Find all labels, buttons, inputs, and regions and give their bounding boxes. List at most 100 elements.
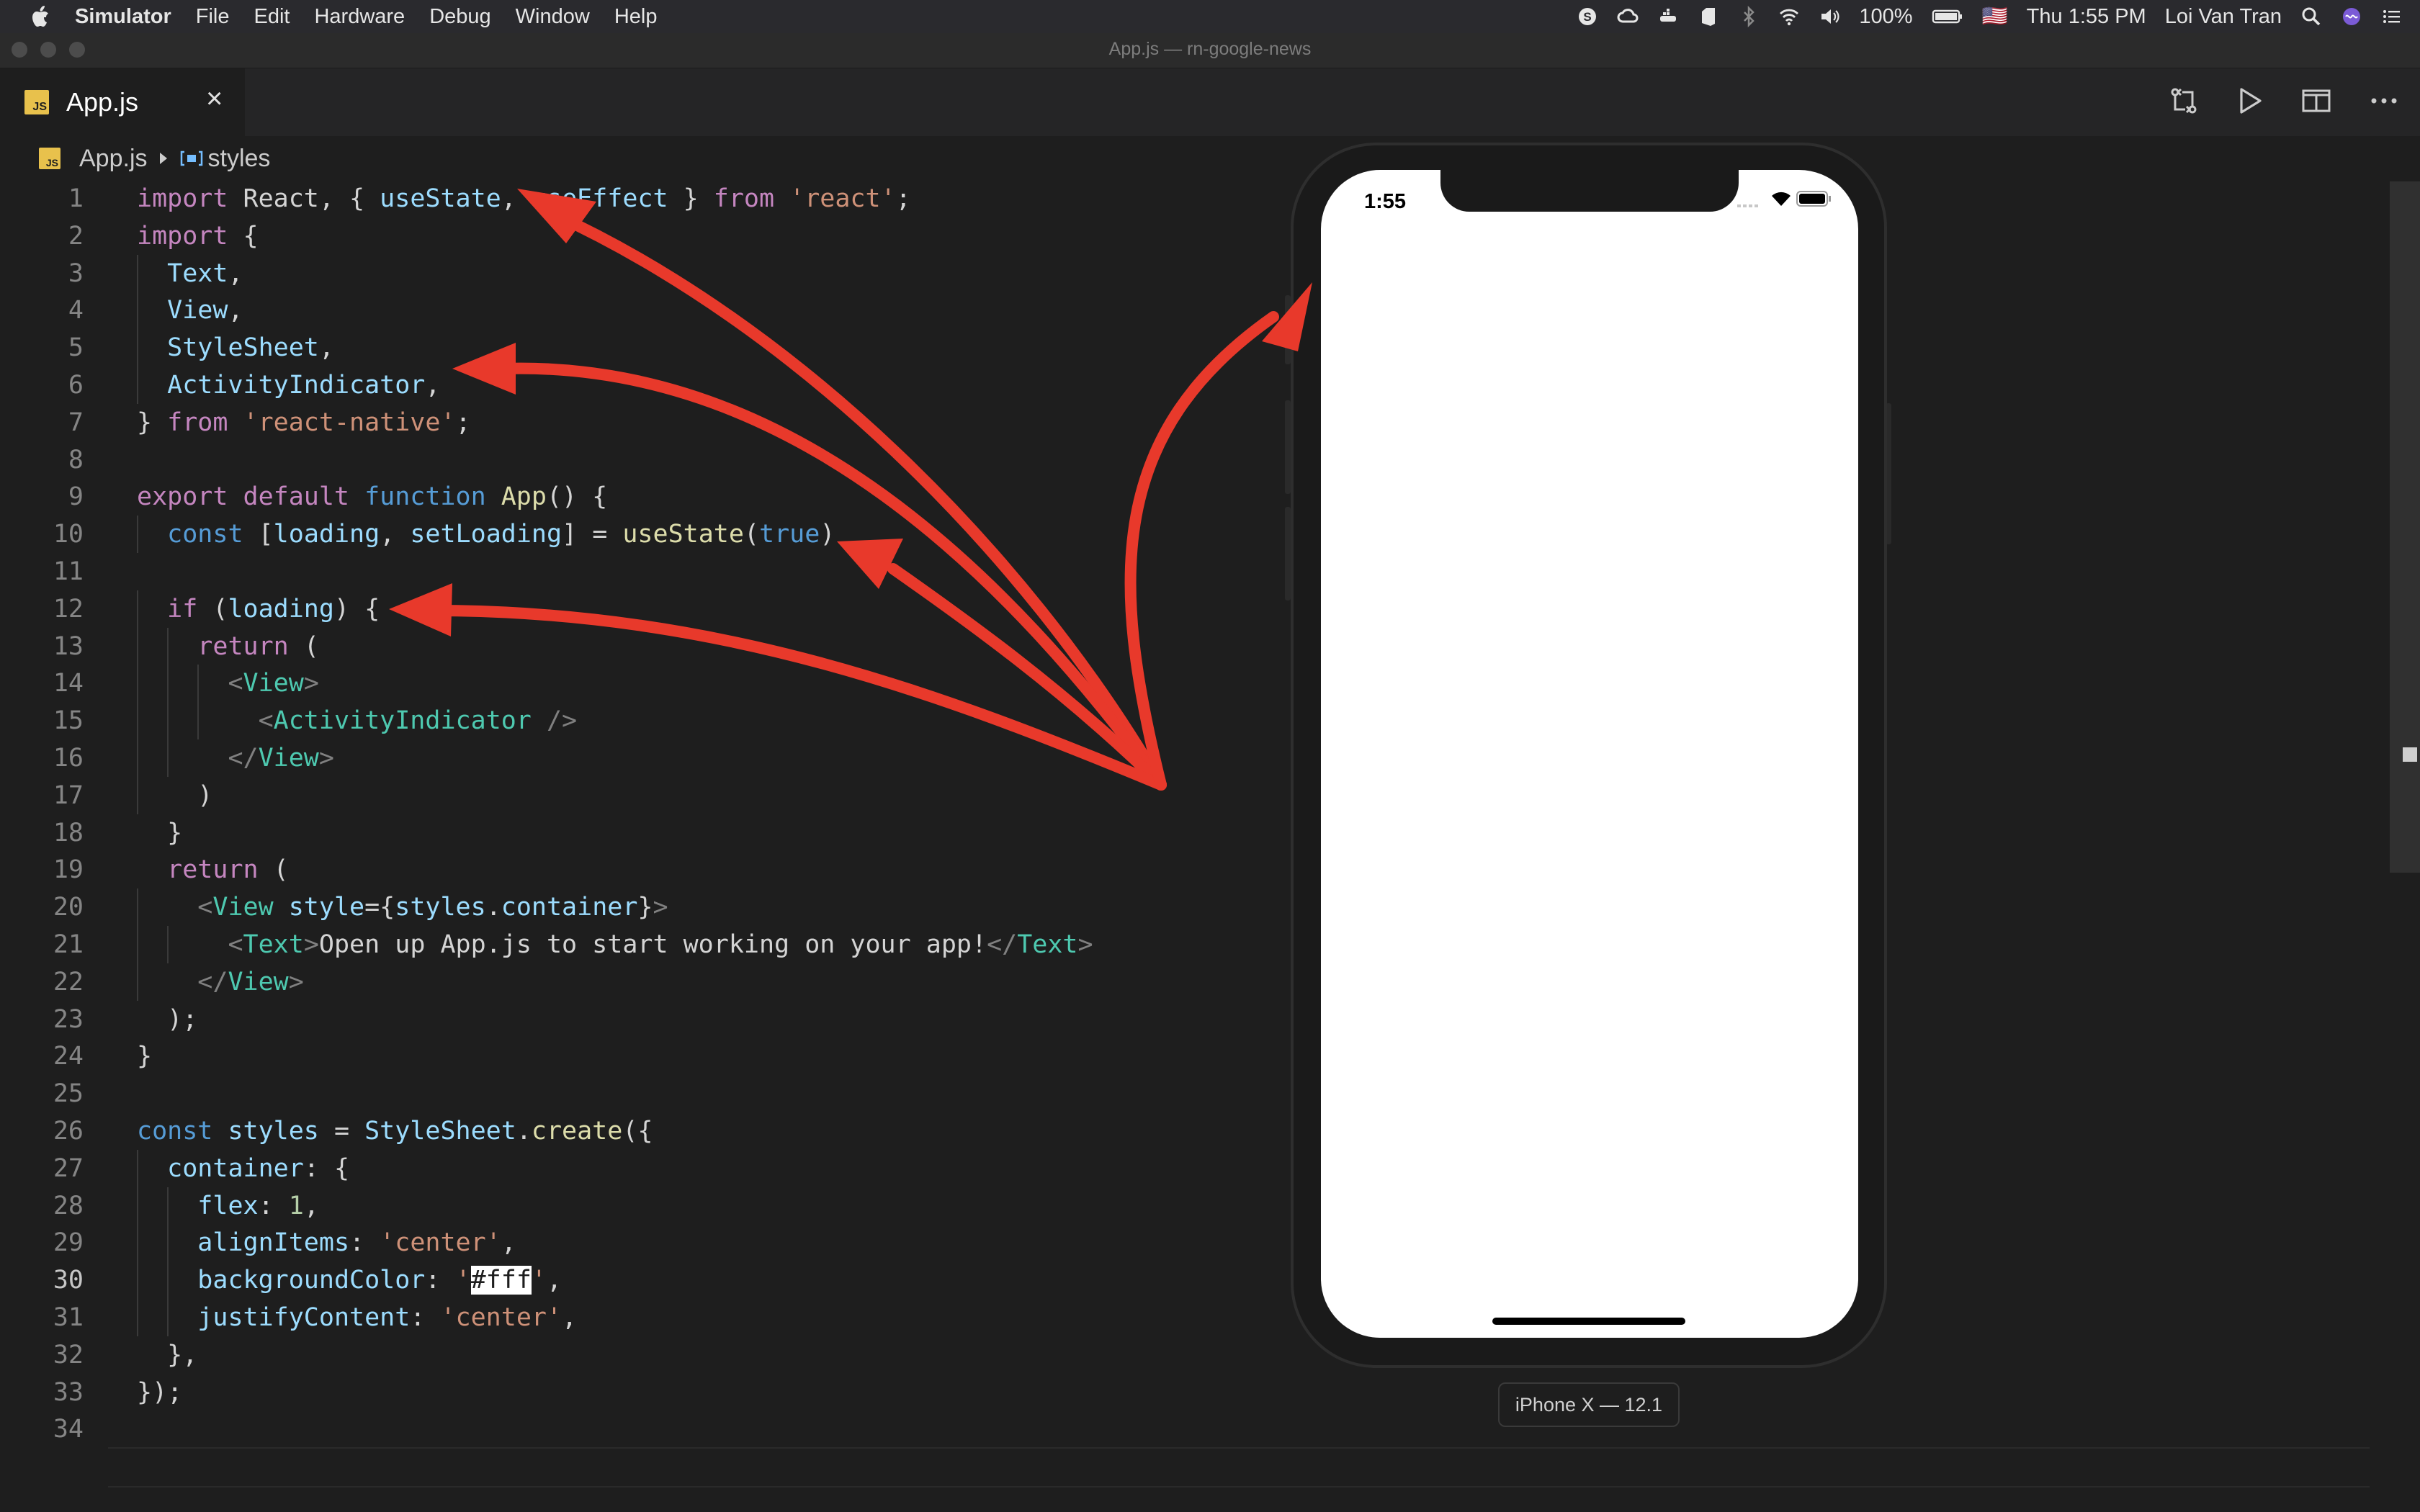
bluetooth-icon[interactable]	[1738, 6, 1760, 27]
source-control-compare-icon[interactable]	[2166, 84, 2201, 118]
code-line[interactable]: 28 flex: 1,	[0, 1187, 2377, 1225]
more-actions-icon[interactable]	[2367, 84, 2401, 118]
code-line[interactable]: 24}	[0, 1038, 2377, 1075]
menubar-user[interactable]: Loi Van Tran	[2165, 5, 2282, 29]
menu-debug[interactable]: Debug	[429, 5, 490, 29]
code-line[interactable]: 5 StyleSheet,	[0, 329, 2377, 366]
indent-guide	[167, 1187, 169, 1336]
line-number: 32	[53, 1340, 84, 1369]
code-line[interactable]: 1 import React, { useState, useEffect } f…	[0, 180, 2377, 217]
javascript-file-icon: JS	[24, 90, 49, 114]
code-line[interactable]: 33});	[0, 1374, 2377, 1411]
code-line[interactable]: 11	[0, 553, 2377, 590]
line-number: 14	[53, 669, 84, 698]
code-line[interactable]: 14 <View>	[0, 665, 2377, 702]
menu-file[interactable]: File	[196, 5, 230, 29]
code-line[interactable]: 26 const styles = StyleSheet.create({	[0, 1112, 2377, 1150]
code-text: View,	[167, 296, 243, 325]
code-line[interactable]: 23 );	[0, 1001, 2377, 1038]
phone-silent-switch	[1285, 295, 1291, 364]
phone-battery-icon	[1796, 191, 1831, 207]
phone-volume-up-button[interactable]	[1285, 400, 1291, 494]
code-line[interactable]: 22 </View>	[0, 963, 2377, 1001]
apple-icon[interactable]	[29, 4, 50, 29]
tab-app-js[interactable]: JS App.js ×	[0, 68, 245, 136]
volume-icon[interactable]	[1819, 6, 1840, 27]
line-number: 23	[53, 1004, 84, 1034]
run-play-icon[interactable]	[2233, 84, 2267, 118]
tab-label: App.js	[66, 87, 139, 117]
menu-bar: Simulator File Edit Hardware Debug Windo…	[0, 0, 2420, 33]
code-line[interactable]: 2 import {	[0, 217, 2377, 255]
line-number: 15	[53, 706, 84, 736]
code-editor[interactable]: 1 import React, { useState, useEffect } f…	[0, 180, 2420, 1512]
menubar-clock[interactable]: Thu 1:55 PM	[2027, 5, 2146, 29]
line-number: 16	[53, 744, 84, 773]
code-line[interactable]: 34	[0, 1410, 2377, 1448]
home-indicator[interactable]	[1492, 1318, 1685, 1325]
skype-icon[interactable]: S	[1577, 6, 1598, 27]
code-line[interactable]: 10 const [loading, setLoading] = useStat…	[0, 516, 2377, 553]
code-line[interactable]: 29 alignItems: 'center',	[0, 1224, 2377, 1261]
code-text: <View>	[228, 669, 319, 698]
code-line[interactable]: 12 if (loading) {	[0, 590, 2377, 628]
split-editor-icon[interactable]	[2299, 84, 2334, 118]
code-text: return (	[197, 631, 319, 661]
code-line[interactable]: 16 </View>	[0, 739, 2377, 777]
line-number: 30	[53, 1266, 84, 1295]
code-line[interactable]: 20 <View style={styles.container}>	[0, 888, 2377, 926]
indent-guide	[167, 926, 169, 963]
code-line[interactable]: 27 container: {	[0, 1150, 2377, 1187]
line-number: 1	[68, 184, 84, 213]
code-line[interactable]: 13 return (	[0, 628, 2377, 665]
creative-cloud-icon[interactable]	[1617, 6, 1639, 27]
code-text: if (loading) {	[167, 594, 380, 624]
code-line[interactable]: 8	[0, 441, 2377, 479]
code-line[interactable]: 19 return (	[0, 851, 2377, 888]
line-number: 3	[68, 258, 84, 288]
line-number: 7	[68, 408, 84, 437]
spotlight-search-icon[interactable]	[2300, 6, 2322, 27]
indent-guide	[167, 627, 169, 777]
editor-scrollbar[interactable]	[2390, 181, 2420, 873]
input-source-flag[interactable]: 🇺🇸	[1982, 4, 2008, 29]
code-line[interactable]: 4 View,	[0, 292, 2377, 329]
wifi-icon[interactable]	[1778, 6, 1800, 27]
evernote-icon[interactable]	[1698, 6, 1719, 27]
status-bar-time: 1:55	[1364, 190, 1407, 213]
code-line[interactable]: 18 }	[0, 814, 2377, 852]
code-line[interactable]: 6 ActivityIndicator,	[0, 366, 2377, 404]
line-number: 19	[53, 855, 84, 885]
simulator-screen[interactable]: 1:55	[1321, 170, 1858, 1338]
code-line[interactable]: 9 export default function App() {	[0, 478, 2377, 516]
line-number: 17	[53, 780, 84, 810]
menu-hardware[interactable]: Hardware	[314, 5, 405, 29]
code-text: justifyContent: 'center',	[197, 1303, 578, 1332]
breadcrumb-symbol[interactable]: styles	[208, 145, 271, 173]
code-line[interactable]: 25	[0, 1075, 2377, 1112]
code-line[interactable]: 7 } from 'react-native';	[0, 404, 2377, 441]
code-line[interactable]: 15 <ActivityIndicator />	[0, 702, 2377, 739]
menu-window[interactable]: Window	[516, 5, 590, 29]
code-line[interactable]: 17 )	[0, 777, 2377, 814]
code-line[interactable]: 21 <Text>Open up App.js to start working…	[0, 926, 2377, 963]
code-line[interactable]: 32 },	[0, 1336, 2377, 1374]
siri-icon[interactable]	[2341, 6, 2362, 27]
battery-icon[interactable]	[1932, 6, 1963, 27]
notification-center-icon[interactable]	[2381, 6, 2403, 27]
menu-help[interactable]: Help	[614, 5, 658, 29]
code-line[interactable]: 31 justifyContent: 'center',	[0, 1299, 2377, 1336]
code-line[interactable]: 3 Text,	[0, 255, 2377, 292]
tab-close-icon[interactable]: ×	[206, 83, 223, 115]
breadcrumb-file[interactable]: App.js	[79, 145, 148, 173]
menu-app-name[interactable]: Simulator	[75, 5, 171, 29]
code-text: }	[137, 818, 183, 847]
code-line[interactable]: 30 backgroundColor: '#fff',	[0, 1261, 2377, 1299]
docker-icon[interactable]	[1657, 6, 1679, 27]
code-text: } from 'react-native';	[137, 408, 471, 437]
indent-guide	[137, 1149, 138, 1336]
phone-volume-down-button[interactable]	[1285, 507, 1291, 600]
menu-edit[interactable]: Edit	[254, 5, 290, 29]
code-text: <View style={styles.container}>	[197, 893, 668, 922]
code-text: Text,	[167, 258, 243, 288]
